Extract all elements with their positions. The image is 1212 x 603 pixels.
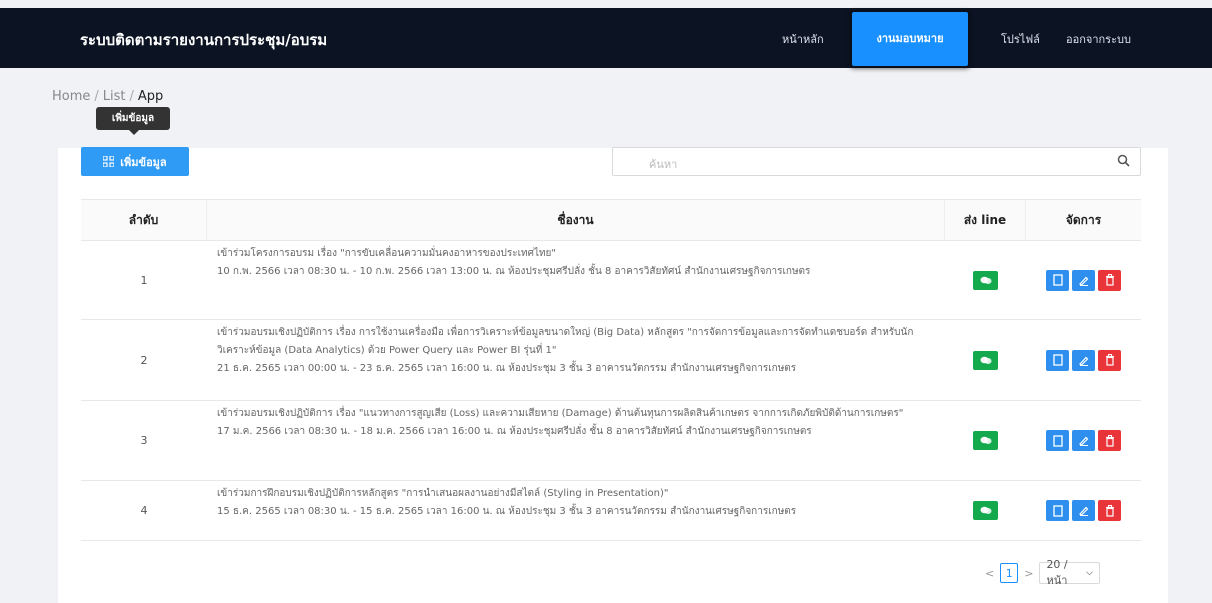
- header-title: ชื่องาน: [207, 200, 945, 240]
- row-detail: 10 ก.พ. 2566 เวลา 08:30 น. - 10 ก.พ. 256…: [217, 266, 811, 277]
- header-manage: จัดการ: [1065, 212, 1102, 227]
- page-1-button[interactable]: 1: [1000, 563, 1019, 583]
- edit-button[interactable]: [1072, 500, 1095, 521]
- nav-logout[interactable]: ออกจากระบบ: [1066, 30, 1131, 48]
- edit-icon: [1079, 436, 1089, 446]
- chat-icon: [980, 436, 991, 444]
- search-icon[interactable]: [1117, 154, 1130, 167]
- table-header: ลำดับ ชื่องาน ส่ง line จัดการ: [81, 200, 1141, 241]
- row-title-cell: เข้าร่วมอบรมเชิงปฏิบัติการ เรื่อง "แนวทา…: [207, 401, 945, 480]
- breadcrumb: Home / List / App: [52, 89, 164, 104]
- delete-button[interactable]: [1098, 500, 1121, 521]
- edit-icon: [1079, 356, 1089, 366]
- view-button[interactable]: [1046, 269, 1069, 291]
- send-line-button[interactable]: [973, 350, 998, 370]
- table-row: 4 เข้าร่วมการฝึกอบรมเชิงปฏิบัติการหลักสู…: [81, 481, 1141, 541]
- edit-button[interactable]: [1072, 349, 1095, 371]
- edit-icon: [1079, 276, 1089, 286]
- send-line-button[interactable]: [973, 501, 998, 520]
- add-data-label: เพิ่มข้อมูล: [120, 155, 167, 169]
- chat-icon: [980, 356, 991, 364]
- send-line-button[interactable]: [973, 431, 998, 450]
- view-button[interactable]: [1046, 349, 1069, 371]
- nav-home[interactable]: หน้าหลัก: [782, 30, 824, 48]
- document-icon: [1052, 434, 1063, 447]
- chat-icon: [980, 276, 991, 284]
- document-icon: [1052, 354, 1063, 366]
- page-size-value: 20 / หน้า: [1046, 557, 1068, 587]
- trash-icon: [1105, 434, 1114, 447]
- search-placeholder: ค้นหา: [649, 158, 678, 171]
- nav-assign[interactable]: งานมอบหมาย: [850, 10, 970, 68]
- top-navbar: ระบบติดตามรายงานการประชุม/อบรม หน้าหลัก …: [0, 8, 1212, 68]
- prev-page-button[interactable]: <: [985, 567, 994, 580]
- view-button[interactable]: [1046, 500, 1069, 521]
- send-line-button[interactable]: [973, 270, 998, 290]
- edit-button[interactable]: [1072, 430, 1095, 451]
- row-title-cell: เข้าร่วมการฝึกอบรมเชิงปฏิบัติการหลักสูตร…: [207, 481, 945, 540]
- meetings-table: ลำดับ ชื่องาน ส่ง line จัดการ 1 เข้าร่วม…: [81, 199, 1141, 541]
- table-row: 1 เข้าร่วมโครงการอบรม เรื่อง "การขับเคลื…: [81, 241, 1141, 320]
- breadcrumb-home[interactable]: Home: [52, 89, 90, 104]
- row-title: เข้าร่วมโครงการอบรม เรื่อง "การขับเคลื่อ…: [217, 248, 557, 259]
- add-tooltip: เพิ่มข้อมูล: [96, 107, 170, 130]
- row-number: 4: [140, 504, 148, 517]
- apps-icon: [103, 156, 115, 167]
- row-title: เข้าร่วมอบรมเชิงปฏิบัติการ เรื่อง "แนวทา…: [217, 408, 904, 419]
- breadcrumb-current: App: [137, 89, 164, 104]
- next-page-button[interactable]: >: [1024, 567, 1033, 580]
- delete-button[interactable]: [1098, 269, 1121, 291]
- delete-button[interactable]: [1098, 430, 1121, 451]
- delete-button[interactable]: [1098, 349, 1121, 371]
- page-size-select[interactable]: 20 / หน้า: [1039, 558, 1101, 587]
- header-no: ลำดับ: [81, 200, 207, 240]
- header-send-line: ส่ง line: [945, 200, 1026, 240]
- row-detail: 17 ม.ค. 2566 เวลา 08:30 น. - 18 ม.ค. 256…: [217, 426, 812, 437]
- document-icon: [1052, 274, 1063, 286]
- app-title: ระบบติดตามรายงานการประชุม/อบรม: [80, 31, 328, 49]
- trash-icon: [1105, 274, 1114, 286]
- edit-icon: [1079, 506, 1089, 516]
- row-detail: 15 ธ.ค. 2565 เวลา 08:30 น. - 15 ธ.ค. 256…: [217, 506, 797, 517]
- table-row: 2 เข้าร่วมอบรมเชิงปฏิบัติการ เรื่อง การใ…: [81, 320, 1141, 401]
- pagination: < 1 > 20 / หน้า: [985, 558, 1101, 587]
- tooltip-arrow: [129, 130, 139, 135]
- nav-profile[interactable]: โปรไฟล์: [1001, 30, 1040, 48]
- row-title-cell: เข้าร่วมโครงการอบรม เรื่อง "การขับเคลื่อ…: [207, 241, 945, 319]
- trash-icon: [1105, 354, 1114, 366]
- row-number: 1: [140, 273, 148, 287]
- table-row: 3 เข้าร่วมอบรมเชิงปฏิบัติการ เรื่อง "แนว…: [81, 401, 1141, 481]
- row-title-cell: เข้าร่วมอบรมเชิงปฏิบัติการ เรื่อง การใช้…: [207, 320, 945, 400]
- row-detail: 21 ธ.ค. 2565 เวลา 00:00 น. - 23 ธ.ค. 256…: [217, 363, 797, 374]
- document-icon: [1052, 504, 1063, 517]
- row-title: เข้าร่วมอบรมเชิงปฏิบัติการ เรื่อง การใช้…: [217, 327, 914, 356]
- view-button[interactable]: [1046, 430, 1069, 451]
- row-number: 3: [140, 434, 148, 447]
- search-input[interactable]: ค้นหา: [612, 147, 1141, 176]
- add-data-button[interactable]: เพิ่มข้อมูล: [81, 147, 189, 176]
- trash-icon: [1105, 504, 1114, 517]
- breadcrumb-list[interactable]: List: [103, 89, 126, 104]
- chevron-down-icon: [1086, 570, 1094, 575]
- row-title: เข้าร่วมการฝึกอบรมเชิงปฏิบัติการหลักสูตร…: [217, 488, 669, 499]
- row-number: 2: [140, 353, 148, 367]
- edit-button[interactable]: [1072, 269, 1095, 291]
- chat-icon: [980, 506, 991, 514]
